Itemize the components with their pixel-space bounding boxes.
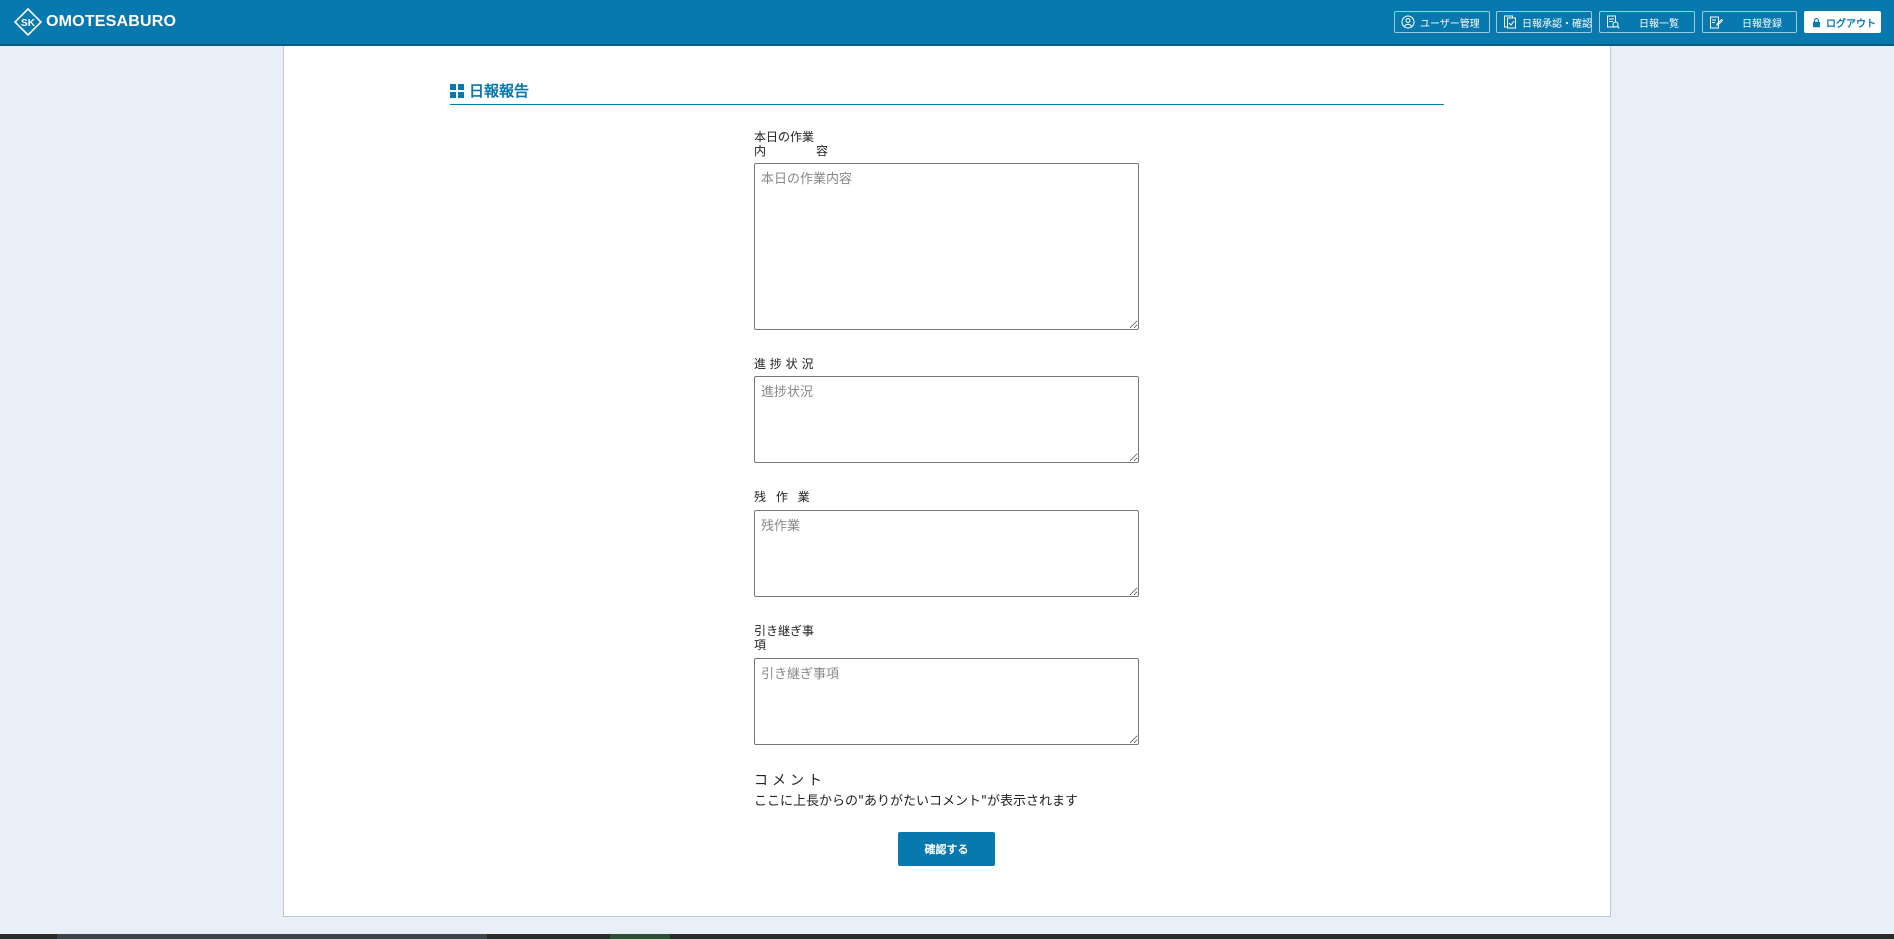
handover-label-line2: 項 — [754, 638, 767, 652]
logout-button[interactable]: ログアウト — [1804, 11, 1881, 33]
progress-textarea[interactable] — [754, 376, 1139, 463]
handover-label: 引き継ぎ事 項 — [754, 624, 828, 652]
document-edit-icon — [1710, 16, 1723, 29]
today-work-label-line1: 本日の作業 — [754, 130, 815, 144]
report-form-card: 日報報告 本日の作業 内 容 進 捗 状 況 残 作 業 引き継ぎ事 項 コメン… — [283, 46, 1611, 917]
nav-user-admin-label: ユーザー管理 — [1420, 18, 1480, 30]
user-circle-icon — [1401, 15, 1415, 29]
document-search-icon — [1607, 15, 1620, 29]
document-check-icon — [1504, 15, 1516, 29]
bottom-strip — [0, 934, 1894, 939]
brand[interactable]: SK OMOTESABURO — [14, 8, 176, 36]
logout-label: ログアウト — [1826, 18, 1876, 30]
nav-report-register-label: 日報登録 — [1742, 18, 1782, 30]
today-work-label-line2: 内 容 — [754, 144, 828, 158]
nav-report-approval-button[interactable]: 日報承認・確認 — [1496, 11, 1592, 33]
section-header: 日報報告 — [450, 79, 1444, 105]
svg-text:SK: SK — [21, 18, 36, 29]
today-work-label: 本日の作業 内 容 — [754, 130, 828, 158]
nav-report-approval-label: 日報承認・確認 — [1522, 18, 1592, 30]
bottom-strip-segment — [610, 934, 670, 939]
handover-label-line1: 引き継ぎ事 — [754, 624, 815, 638]
top-navigation-bar: SK OMOTESABURO ユーザー管理 日報承認・確認 日報一覧 日報登録 … — [0, 0, 1894, 46]
today-work-label-char2: 容 — [815, 144, 828, 158]
confirm-button[interactable]: 確認する — [898, 832, 995, 866]
remaining-textarea[interactable] — [754, 510, 1139, 597]
lock-icon — [1812, 17, 1821, 27]
grid-icon — [450, 84, 464, 98]
comment-heading: コメント — [754, 773, 826, 789]
page-title: 日報報告 — [469, 82, 530, 100]
remaining-label: 残 作 業 — [754, 490, 810, 504]
progress-label: 進 捗 状 況 — [754, 357, 814, 371]
nav-user-admin-button[interactable]: ユーザー管理 — [1394, 11, 1490, 33]
logo-icon: SK — [14, 8, 42, 36]
comment-text: ここに上長からの"ありがたいコメント"が表示されます — [754, 794, 1078, 809]
bottom-strip-segment — [57, 934, 487, 939]
nav-report-register-button[interactable]: 日報登録 — [1702, 11, 1797, 33]
today-work-label-char1: 内 — [754, 144, 767, 158]
nav-report-list-button[interactable]: 日報一覧 — [1599, 11, 1695, 33]
nav-report-list-label: 日報一覧 — [1639, 18, 1679, 30]
today-work-textarea[interactable] — [754, 163, 1139, 330]
brand-name: OMOTESABURO — [46, 13, 177, 30]
handover-textarea[interactable] — [754, 658, 1139, 745]
